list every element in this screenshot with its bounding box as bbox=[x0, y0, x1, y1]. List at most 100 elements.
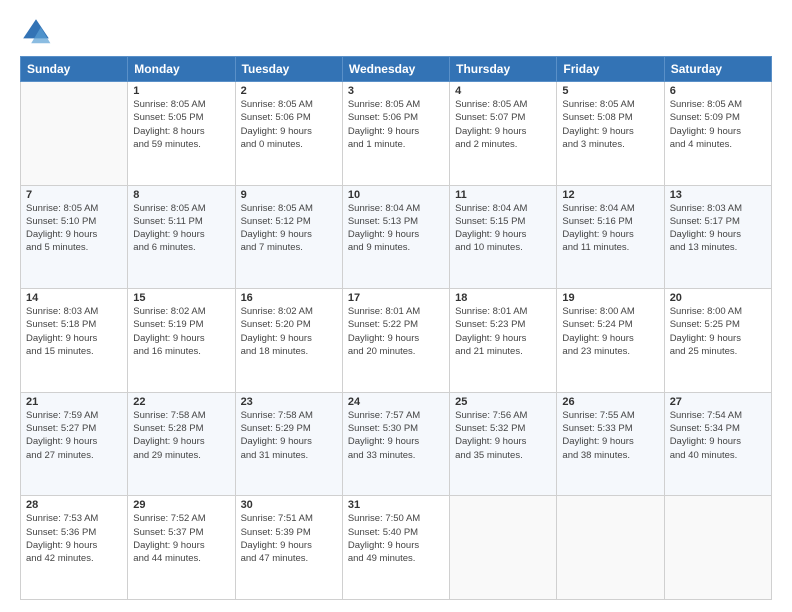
day-number: 26 bbox=[562, 396, 658, 408]
day-number: 31 bbox=[348, 499, 444, 511]
calendar-week-3: 14Sunrise: 8:03 AM Sunset: 5:18 PM Dayli… bbox=[21, 289, 772, 393]
day-info: Sunrise: 8:01 AM Sunset: 5:22 PM Dayligh… bbox=[348, 305, 444, 358]
weekday-header-tuesday: Tuesday bbox=[235, 57, 342, 82]
day-number: 11 bbox=[455, 189, 551, 201]
logo bbox=[20, 16, 56, 48]
calendar-cell: 19Sunrise: 8:00 AM Sunset: 5:24 PM Dayli… bbox=[557, 289, 664, 393]
day-info: Sunrise: 8:04 AM Sunset: 5:13 PM Dayligh… bbox=[348, 202, 444, 255]
day-info: Sunrise: 8:02 AM Sunset: 5:20 PM Dayligh… bbox=[241, 305, 337, 358]
calendar-cell: 22Sunrise: 7:58 AM Sunset: 5:28 PM Dayli… bbox=[128, 392, 235, 496]
calendar-cell: 16Sunrise: 8:02 AM Sunset: 5:20 PM Dayli… bbox=[235, 289, 342, 393]
day-info: Sunrise: 8:05 AM Sunset: 5:10 PM Dayligh… bbox=[26, 202, 122, 255]
day-info: Sunrise: 8:03 AM Sunset: 5:18 PM Dayligh… bbox=[26, 305, 122, 358]
calendar-week-2: 7Sunrise: 8:05 AM Sunset: 5:10 PM Daylig… bbox=[21, 185, 772, 289]
calendar-cell: 26Sunrise: 7:55 AM Sunset: 5:33 PM Dayli… bbox=[557, 392, 664, 496]
day-number: 20 bbox=[670, 292, 766, 304]
calendar-cell bbox=[21, 82, 128, 186]
calendar-cell: 13Sunrise: 8:03 AM Sunset: 5:17 PM Dayli… bbox=[664, 185, 771, 289]
calendar-week-1: 1Sunrise: 8:05 AM Sunset: 5:05 PM Daylig… bbox=[21, 82, 772, 186]
day-info: Sunrise: 8:05 AM Sunset: 5:05 PM Dayligh… bbox=[133, 98, 229, 151]
day-info: Sunrise: 7:53 AM Sunset: 5:36 PM Dayligh… bbox=[26, 512, 122, 565]
weekday-header-saturday: Saturday bbox=[664, 57, 771, 82]
day-number: 12 bbox=[562, 189, 658, 201]
day-info: Sunrise: 8:05 AM Sunset: 5:07 PM Dayligh… bbox=[455, 98, 551, 151]
day-number: 29 bbox=[133, 499, 229, 511]
calendar-cell: 23Sunrise: 7:58 AM Sunset: 5:29 PM Dayli… bbox=[235, 392, 342, 496]
day-number: 24 bbox=[348, 396, 444, 408]
calendar-cell: 8Sunrise: 8:05 AM Sunset: 5:11 PM Daylig… bbox=[128, 185, 235, 289]
weekday-header-friday: Friday bbox=[557, 57, 664, 82]
calendar-cell: 30Sunrise: 7:51 AM Sunset: 5:39 PM Dayli… bbox=[235, 496, 342, 600]
calendar-cell: 1Sunrise: 8:05 AM Sunset: 5:05 PM Daylig… bbox=[128, 82, 235, 186]
calendar-cell bbox=[450, 496, 557, 600]
day-number: 8 bbox=[133, 189, 229, 201]
day-number: 3 bbox=[348, 85, 444, 97]
calendar-cell: 7Sunrise: 8:05 AM Sunset: 5:10 PM Daylig… bbox=[21, 185, 128, 289]
calendar-cell: 17Sunrise: 8:01 AM Sunset: 5:22 PM Dayli… bbox=[342, 289, 449, 393]
day-info: Sunrise: 8:05 AM Sunset: 5:06 PM Dayligh… bbox=[241, 98, 337, 151]
weekday-header-thursday: Thursday bbox=[450, 57, 557, 82]
day-number: 17 bbox=[348, 292, 444, 304]
calendar-cell: 28Sunrise: 7:53 AM Sunset: 5:36 PM Dayli… bbox=[21, 496, 128, 600]
day-number: 21 bbox=[26, 396, 122, 408]
day-number: 22 bbox=[133, 396, 229, 408]
calendar-cell: 27Sunrise: 7:54 AM Sunset: 5:34 PM Dayli… bbox=[664, 392, 771, 496]
day-info: Sunrise: 8:05 AM Sunset: 5:08 PM Dayligh… bbox=[562, 98, 658, 151]
logo-icon bbox=[20, 16, 52, 48]
page: SundayMondayTuesdayWednesdayThursdayFrid… bbox=[0, 0, 792, 612]
day-number: 13 bbox=[670, 189, 766, 201]
day-info: Sunrise: 7:55 AM Sunset: 5:33 PM Dayligh… bbox=[562, 409, 658, 462]
day-info: Sunrise: 7:54 AM Sunset: 5:34 PM Dayligh… bbox=[670, 409, 766, 462]
day-info: Sunrise: 8:00 AM Sunset: 5:25 PM Dayligh… bbox=[670, 305, 766, 358]
calendar-cell: 24Sunrise: 7:57 AM Sunset: 5:30 PM Dayli… bbox=[342, 392, 449, 496]
day-info: Sunrise: 8:00 AM Sunset: 5:24 PM Dayligh… bbox=[562, 305, 658, 358]
day-info: Sunrise: 7:50 AM Sunset: 5:40 PM Dayligh… bbox=[348, 512, 444, 565]
calendar-cell bbox=[557, 496, 664, 600]
day-info: Sunrise: 8:04 AM Sunset: 5:15 PM Dayligh… bbox=[455, 202, 551, 255]
day-number: 30 bbox=[241, 499, 337, 511]
calendar-cell: 31Sunrise: 7:50 AM Sunset: 5:40 PM Dayli… bbox=[342, 496, 449, 600]
day-info: Sunrise: 8:05 AM Sunset: 5:12 PM Dayligh… bbox=[241, 202, 337, 255]
day-number: 27 bbox=[670, 396, 766, 408]
calendar-week-5: 28Sunrise: 7:53 AM Sunset: 5:36 PM Dayli… bbox=[21, 496, 772, 600]
calendar-cell: 4Sunrise: 8:05 AM Sunset: 5:07 PM Daylig… bbox=[450, 82, 557, 186]
day-number: 10 bbox=[348, 189, 444, 201]
day-number: 25 bbox=[455, 396, 551, 408]
day-number: 6 bbox=[670, 85, 766, 97]
calendar-cell bbox=[664, 496, 771, 600]
calendar-cell: 25Sunrise: 7:56 AM Sunset: 5:32 PM Dayli… bbox=[450, 392, 557, 496]
day-number: 15 bbox=[133, 292, 229, 304]
day-info: Sunrise: 7:56 AM Sunset: 5:32 PM Dayligh… bbox=[455, 409, 551, 462]
calendar-cell: 6Sunrise: 8:05 AM Sunset: 5:09 PM Daylig… bbox=[664, 82, 771, 186]
day-info: Sunrise: 8:01 AM Sunset: 5:23 PM Dayligh… bbox=[455, 305, 551, 358]
calendar-cell: 11Sunrise: 8:04 AM Sunset: 5:15 PM Dayli… bbox=[450, 185, 557, 289]
day-info: Sunrise: 7:52 AM Sunset: 5:37 PM Dayligh… bbox=[133, 512, 229, 565]
day-number: 2 bbox=[241, 85, 337, 97]
calendar-cell: 15Sunrise: 8:02 AM Sunset: 5:19 PM Dayli… bbox=[128, 289, 235, 393]
calendar-week-4: 21Sunrise: 7:59 AM Sunset: 5:27 PM Dayli… bbox=[21, 392, 772, 496]
weekday-header-monday: Monday bbox=[128, 57, 235, 82]
day-number: 5 bbox=[562, 85, 658, 97]
calendar-cell: 5Sunrise: 8:05 AM Sunset: 5:08 PM Daylig… bbox=[557, 82, 664, 186]
calendar-cell: 29Sunrise: 7:52 AM Sunset: 5:37 PM Dayli… bbox=[128, 496, 235, 600]
day-info: Sunrise: 8:05 AM Sunset: 5:11 PM Dayligh… bbox=[133, 202, 229, 255]
day-number: 4 bbox=[455, 85, 551, 97]
calendar-cell: 9Sunrise: 8:05 AM Sunset: 5:12 PM Daylig… bbox=[235, 185, 342, 289]
calendar-table: SundayMondayTuesdayWednesdayThursdayFrid… bbox=[20, 56, 772, 600]
calendar-cell: 3Sunrise: 8:05 AM Sunset: 5:06 PM Daylig… bbox=[342, 82, 449, 186]
day-number: 1 bbox=[133, 85, 229, 97]
day-number: 18 bbox=[455, 292, 551, 304]
calendar-cell: 14Sunrise: 8:03 AM Sunset: 5:18 PM Dayli… bbox=[21, 289, 128, 393]
day-number: 16 bbox=[241, 292, 337, 304]
day-number: 9 bbox=[241, 189, 337, 201]
weekday-header-sunday: Sunday bbox=[21, 57, 128, 82]
day-number: 19 bbox=[562, 292, 658, 304]
day-info: Sunrise: 7:57 AM Sunset: 5:30 PM Dayligh… bbox=[348, 409, 444, 462]
day-info: Sunrise: 7:58 AM Sunset: 5:29 PM Dayligh… bbox=[241, 409, 337, 462]
calendar-cell: 10Sunrise: 8:04 AM Sunset: 5:13 PM Dayli… bbox=[342, 185, 449, 289]
calendar-cell: 18Sunrise: 8:01 AM Sunset: 5:23 PM Dayli… bbox=[450, 289, 557, 393]
day-number: 23 bbox=[241, 396, 337, 408]
day-number: 14 bbox=[26, 292, 122, 304]
day-number: 28 bbox=[26, 499, 122, 511]
day-info: Sunrise: 8:05 AM Sunset: 5:09 PM Dayligh… bbox=[670, 98, 766, 151]
